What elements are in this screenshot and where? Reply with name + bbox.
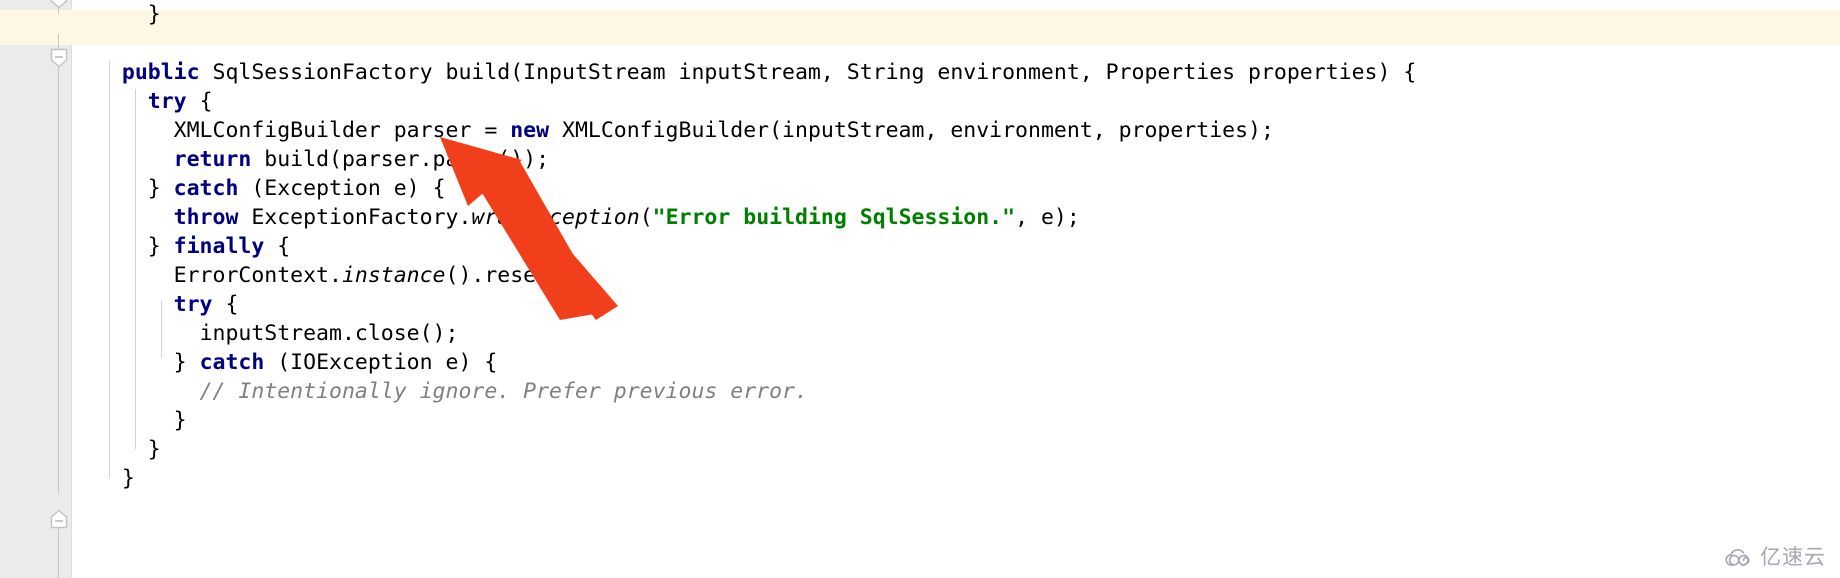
code-line[interactable]: try { — [96, 290, 1416, 319]
code-line[interactable]: } catch (IOException e) { — [96, 348, 1416, 377]
code-editor-screenshot: } public SqlSessionFactory build(InputSt… — [0, 0, 1840, 578]
code-token-plain: build(parser.parse()); — [251, 147, 550, 172]
code-line[interactable]: inputStream.close(); — [96, 319, 1416, 348]
code-token-plain: ( — [639, 205, 653, 230]
code-token-plain: inputStream.close(); — [199, 321, 459, 346]
code-token-kw: finally — [173, 234, 265, 259]
code-token-plain: { — [264, 234, 291, 259]
fold-marker-collapse-bottom[interactable] — [48, 508, 70, 530]
code-token-cmt: // Intentionally ignore. Prefer previous… — [199, 379, 808, 404]
gutter-divider — [71, 0, 72, 578]
code-line[interactable]: public SqlSessionFactory build(InputStre… — [96, 58, 1416, 87]
editor-gutter[interactable] — [0, 0, 72, 578]
code-token-plain: ErrorContext. — [173, 263, 342, 288]
code-line[interactable]: } — [96, 435, 1416, 464]
watermark-text: 亿速云 — [1760, 545, 1826, 569]
code-token-static: wrapException — [471, 205, 640, 230]
fold-marker-collapse-method[interactable] — [48, 47, 70, 69]
code-token-kw: throw — [173, 205, 239, 230]
code-token-plain: (Exception e) { — [238, 176, 446, 201]
code-text[interactable]: } public SqlSessionFactory build(InputSt… — [96, 0, 1416, 493]
code-token-plain: } — [173, 408, 187, 433]
code-token-kw: catch — [199, 350, 265, 375]
code-token-plain: ExceptionFactory. — [238, 205, 472, 230]
code-line[interactable]: } finally { — [96, 232, 1416, 261]
code-token-plain: } — [147, 437, 161, 462]
code-token-plain: } — [147, 2, 161, 27]
code-token-kw: public — [121, 60, 200, 85]
code-token-plain: { — [186, 89, 213, 114]
code-token-plain: } — [147, 234, 174, 259]
code-line[interactable]: throw ExceptionFactory.wrapException("Er… — [96, 203, 1416, 232]
fold-rail-segment-middle — [58, 34, 59, 494]
code-token-plain: SqlSessionFactory build(InputStream inpu… — [199, 60, 1417, 85]
code-line[interactable]: } — [96, 0, 1416, 29]
watermark: 亿速云 — [1725, 547, 1826, 568]
code-token-plain: { — [212, 292, 239, 317]
code-line[interactable]: // Intentionally ignore. Prefer previous… — [96, 377, 1416, 406]
code-token-plain: } — [173, 350, 200, 375]
code-line[interactable]: } — [96, 406, 1416, 435]
code-token-kw: catch — [173, 176, 239, 201]
code-token-plain: XMLConfigBuilder parser = — [173, 118, 511, 143]
code-line[interactable]: return build(parser.parse()); — [96, 145, 1416, 174]
code-line[interactable]: } catch (Exception e) { — [96, 174, 1416, 203]
code-line[interactable]: try { — [96, 87, 1416, 116]
code-line[interactable] — [96, 29, 1416, 58]
code-token-str: "Error building SqlSession." — [652, 205, 1016, 230]
code-token-kw: try — [147, 89, 187, 114]
code-token-kw: return — [173, 147, 252, 172]
fold-marker-collapse-top[interactable] — [48, 0, 70, 10]
code-token-plain: (IOException e) { — [264, 350, 498, 375]
code-token-kw: new — [510, 118, 550, 143]
code-token-plain: XMLConfigBuilder(inputStream, environmen… — [549, 118, 1274, 143]
code-token-kw: try — [173, 292, 213, 317]
code-token-plain: ().reset(); — [445, 263, 588, 288]
code-token-static: instance — [341, 263, 446, 288]
code-token-plain: } — [121, 466, 135, 491]
code-token-plain: } — [147, 176, 174, 201]
code-line[interactable]: ErrorContext.instance().reset(); — [96, 261, 1416, 290]
code-line[interactable]: XMLConfigBuilder parser = new XMLConfigB… — [96, 116, 1416, 145]
code-token-plain: , e); — [1015, 205, 1080, 230]
code-line[interactable]: } — [96, 464, 1416, 493]
cloud-icon — [1725, 548, 1755, 568]
